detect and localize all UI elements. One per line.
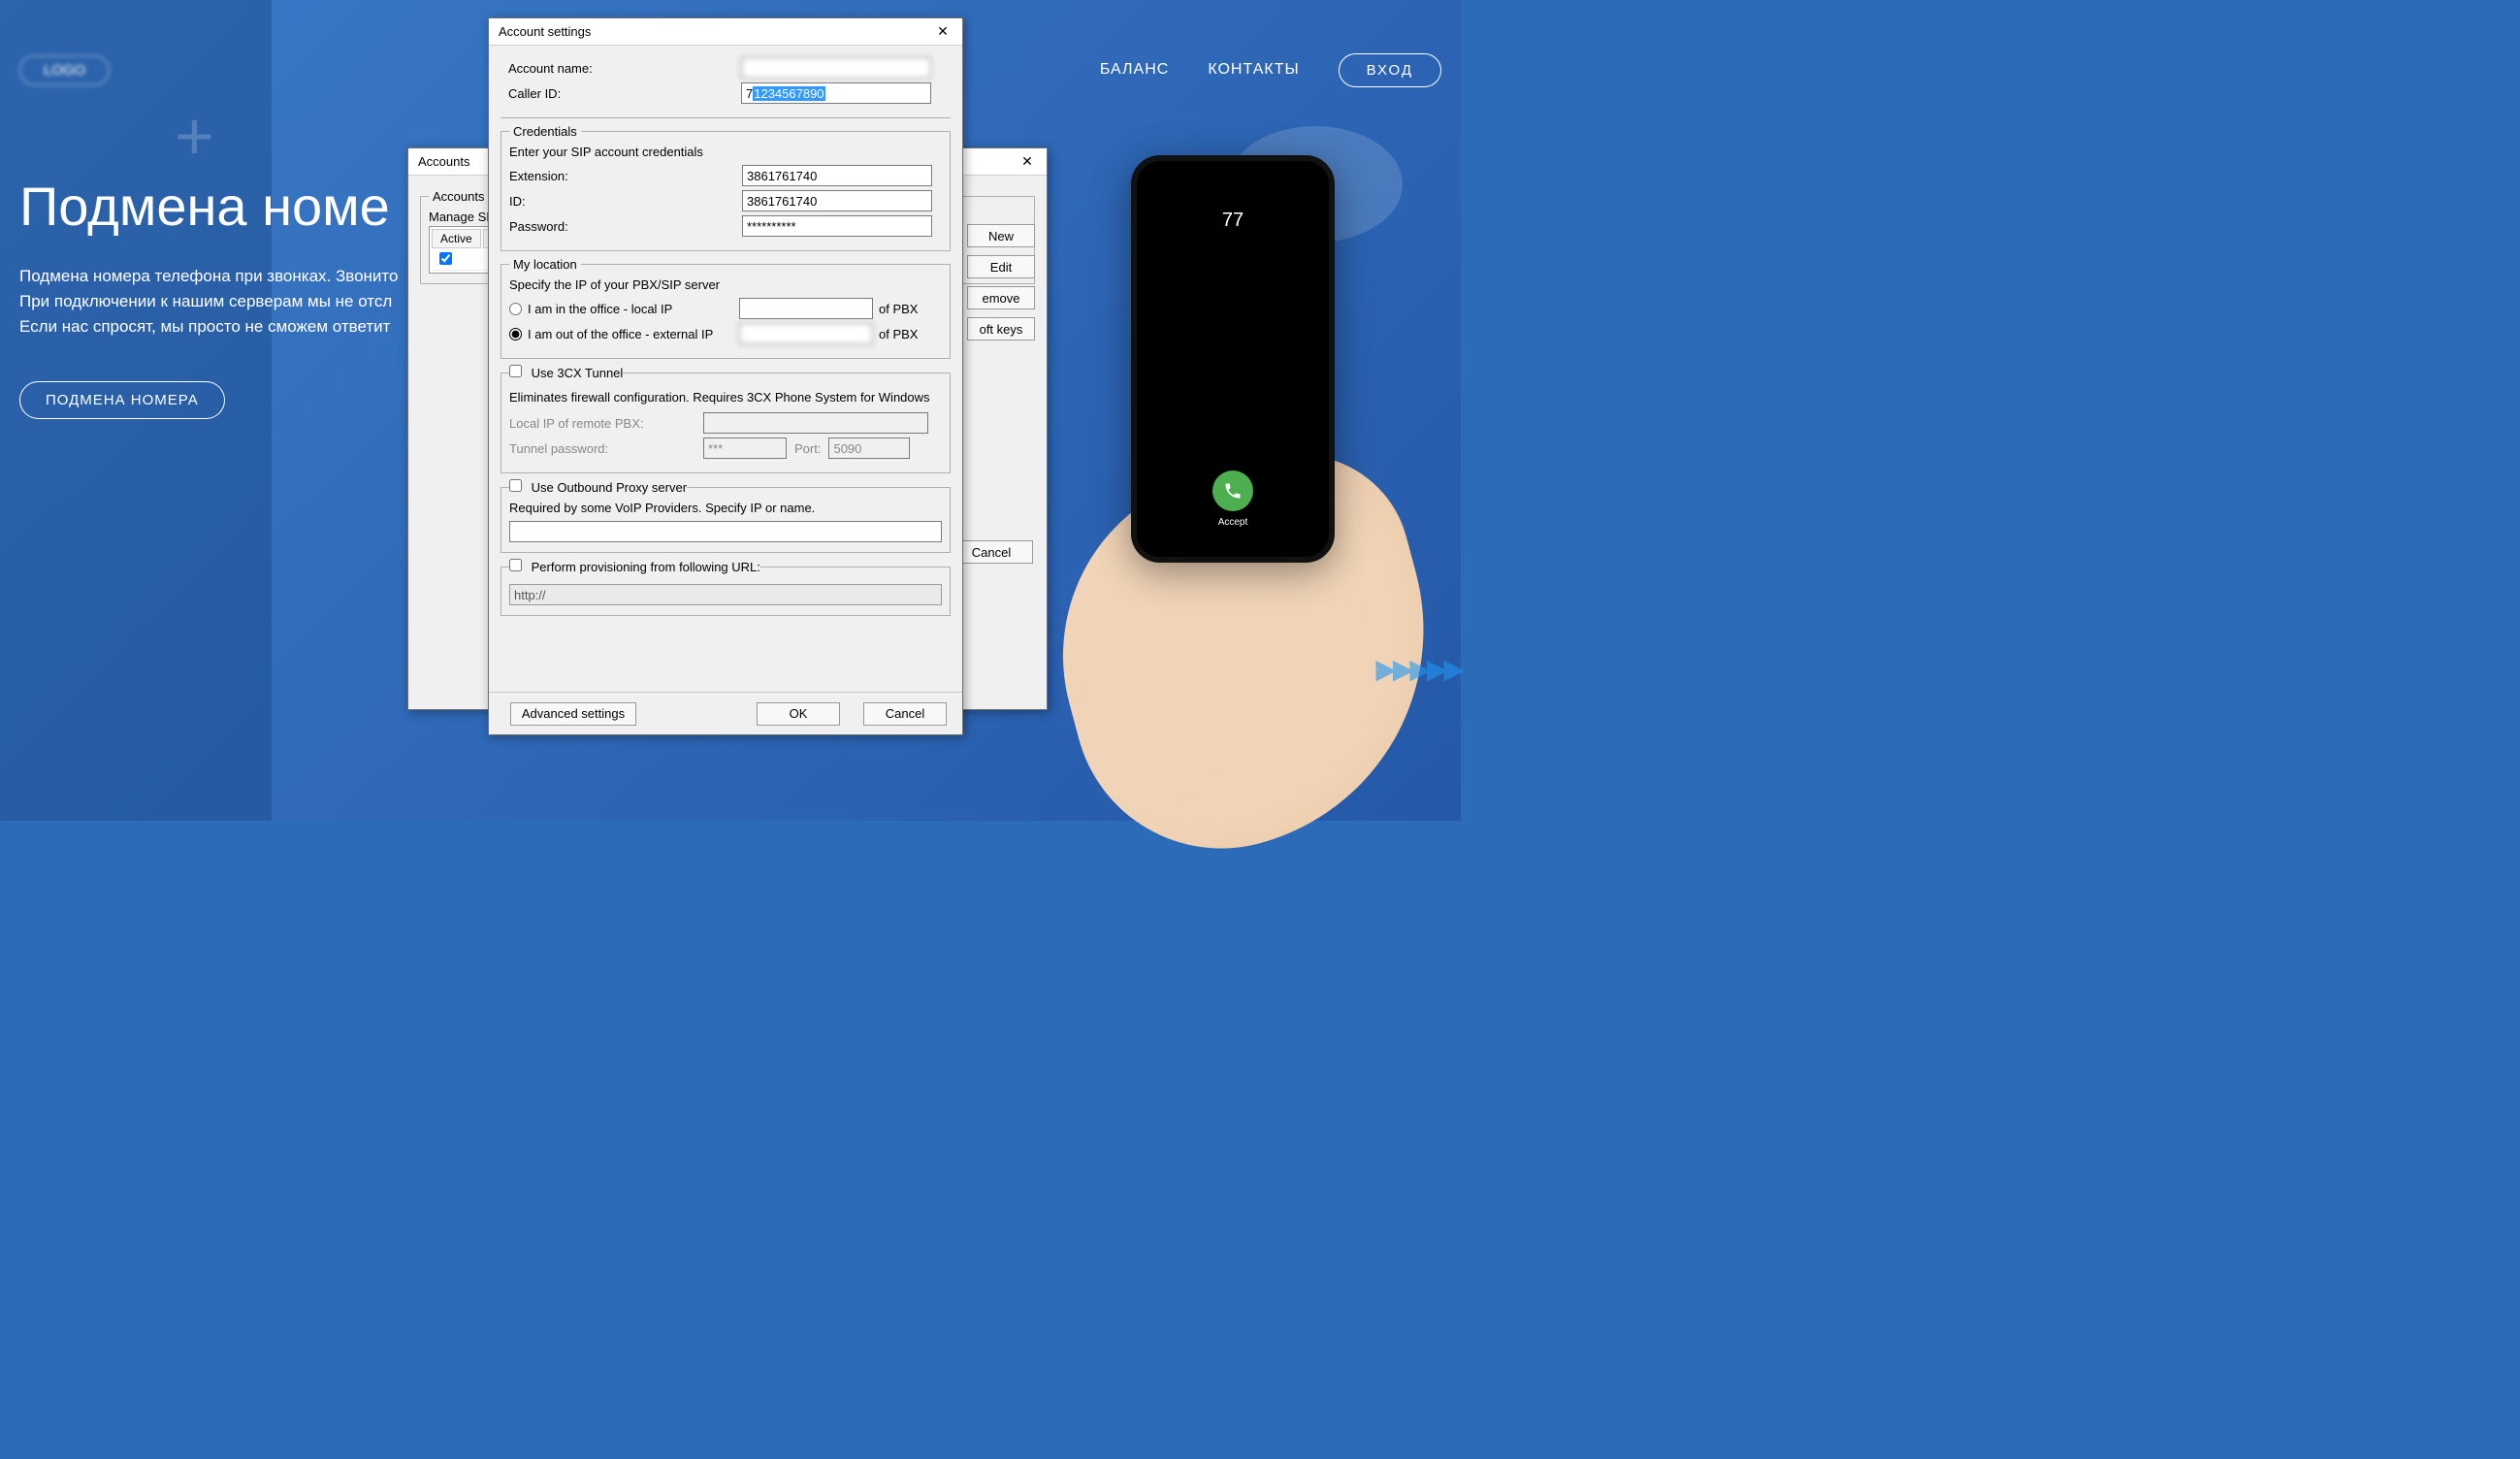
phone-accept-icon xyxy=(1212,470,1253,511)
port-label: Port: xyxy=(794,441,821,456)
phone-accept-label: Accept xyxy=(1218,517,1248,528)
hero-line: Если нас спросят, мы просто не сможем от… xyxy=(19,317,398,337)
settings-dialog-title: Account settings xyxy=(499,24,591,39)
tunnel-password-label: Tunnel password: xyxy=(509,441,703,456)
account-name-label: Account name: xyxy=(508,61,741,76)
advanced-settings-button[interactable]: Advanced settings xyxy=(510,702,636,726)
phone-illustration: 77 Accept xyxy=(1131,155,1335,563)
tunnel-local-ip-input xyxy=(703,412,928,434)
tunnel-local-ip-label: Local IP of remote PBX: xyxy=(509,416,703,431)
of-pbx-label: of PBX xyxy=(879,327,918,341)
credentials-hint: Enter your SIP account credentials xyxy=(509,145,942,159)
proxy-input[interactable] xyxy=(509,521,942,542)
hero-title: Подмена номе xyxy=(19,175,398,238)
office-radio[interactable] xyxy=(509,303,522,315)
settings-close-icon[interactable]: ✕ xyxy=(929,22,956,42)
plus-decor-icon: + xyxy=(175,97,214,175)
office-ip-input[interactable] xyxy=(739,298,873,319)
accounts-group-legend: Accounts xyxy=(429,189,488,204)
proxy-checkbox[interactable] xyxy=(509,479,522,492)
accounts-dialog-title: Accounts xyxy=(418,154,469,169)
edit-button[interactable]: Edit xyxy=(967,255,1035,278)
location-legend: My location xyxy=(509,257,581,272)
office-radio-label: I am in the office - local IP xyxy=(528,302,739,316)
provisioning-checkbox-label: Perform provisioning from following URL: xyxy=(532,560,760,574)
phone-number-display: 77 xyxy=(1222,210,1244,232)
password-label: Password: xyxy=(509,219,742,234)
tunnel-checkbox-label: Use 3CX Tunnel xyxy=(532,366,624,380)
cancel-button[interactable]: Cancel xyxy=(863,702,947,726)
softkeys-button[interactable]: oft keys xyxy=(967,317,1035,340)
account-name-input[interactable] xyxy=(741,57,931,79)
credentials-legend: Credentials xyxy=(509,124,581,139)
id-label: ID: xyxy=(509,194,742,209)
remove-button[interactable]: emove xyxy=(967,286,1035,309)
of-pbx-label: of PBX xyxy=(879,302,918,316)
logo-button[interactable]: LOGO xyxy=(19,55,110,85)
proxy-description: Required by some VoIP Providers. Specify… xyxy=(509,501,942,515)
ok-button[interactable]: OK xyxy=(757,702,840,726)
hero-line: Подмена номера телефона при звонках. Зво… xyxy=(19,267,398,286)
arrows-decor-icon: ▶▶▶▶▶ xyxy=(1375,653,1461,685)
caller-id-input[interactable]: 71234567890 xyxy=(741,82,931,104)
hero-line: При подключении к нашим серверам мы не о… xyxy=(19,292,398,311)
proxy-checkbox-label: Use Outbound Proxy server xyxy=(532,480,687,495)
port-input xyxy=(828,438,910,459)
provisioning-url-input xyxy=(509,584,942,605)
extension-input[interactable] xyxy=(742,165,932,186)
external-ip-input[interactable] xyxy=(739,323,873,344)
nav-balance[interactable]: БАЛАНС xyxy=(1100,61,1169,79)
col-active[interactable]: Active xyxy=(432,229,481,248)
password-input[interactable] xyxy=(742,215,932,237)
extension-label: Extension: xyxy=(509,169,742,183)
accounts-close-icon[interactable]: ✕ xyxy=(1014,152,1041,172)
caller-id-label: Caller ID: xyxy=(508,86,741,101)
tunnel-description: Eliminates firewall configuration. Requi… xyxy=(509,390,942,405)
cta-button[interactable]: ПОДМЕНА НОМЕРА xyxy=(19,381,225,419)
account-settings-dialog: Account settings ✕ Account name: Caller … xyxy=(488,17,963,735)
nav-contacts[interactable]: КОНТАКТЫ xyxy=(1208,61,1299,79)
out-of-office-radio[interactable] xyxy=(509,328,522,340)
out-of-office-radio-label: I am out of the office - external IP xyxy=(528,327,739,341)
tunnel-checkbox[interactable] xyxy=(509,365,522,377)
provisioning-checkbox[interactable] xyxy=(509,559,522,571)
tunnel-password-input xyxy=(703,438,787,459)
location-hint: Specify the IP of your PBX/SIP server xyxy=(509,277,942,292)
id-input[interactable] xyxy=(742,190,932,211)
row-active-checkbox[interactable] xyxy=(439,252,452,265)
nav-enter-button[interactable]: ВХОД xyxy=(1339,53,1441,87)
new-button[interactable]: New xyxy=(967,224,1035,247)
